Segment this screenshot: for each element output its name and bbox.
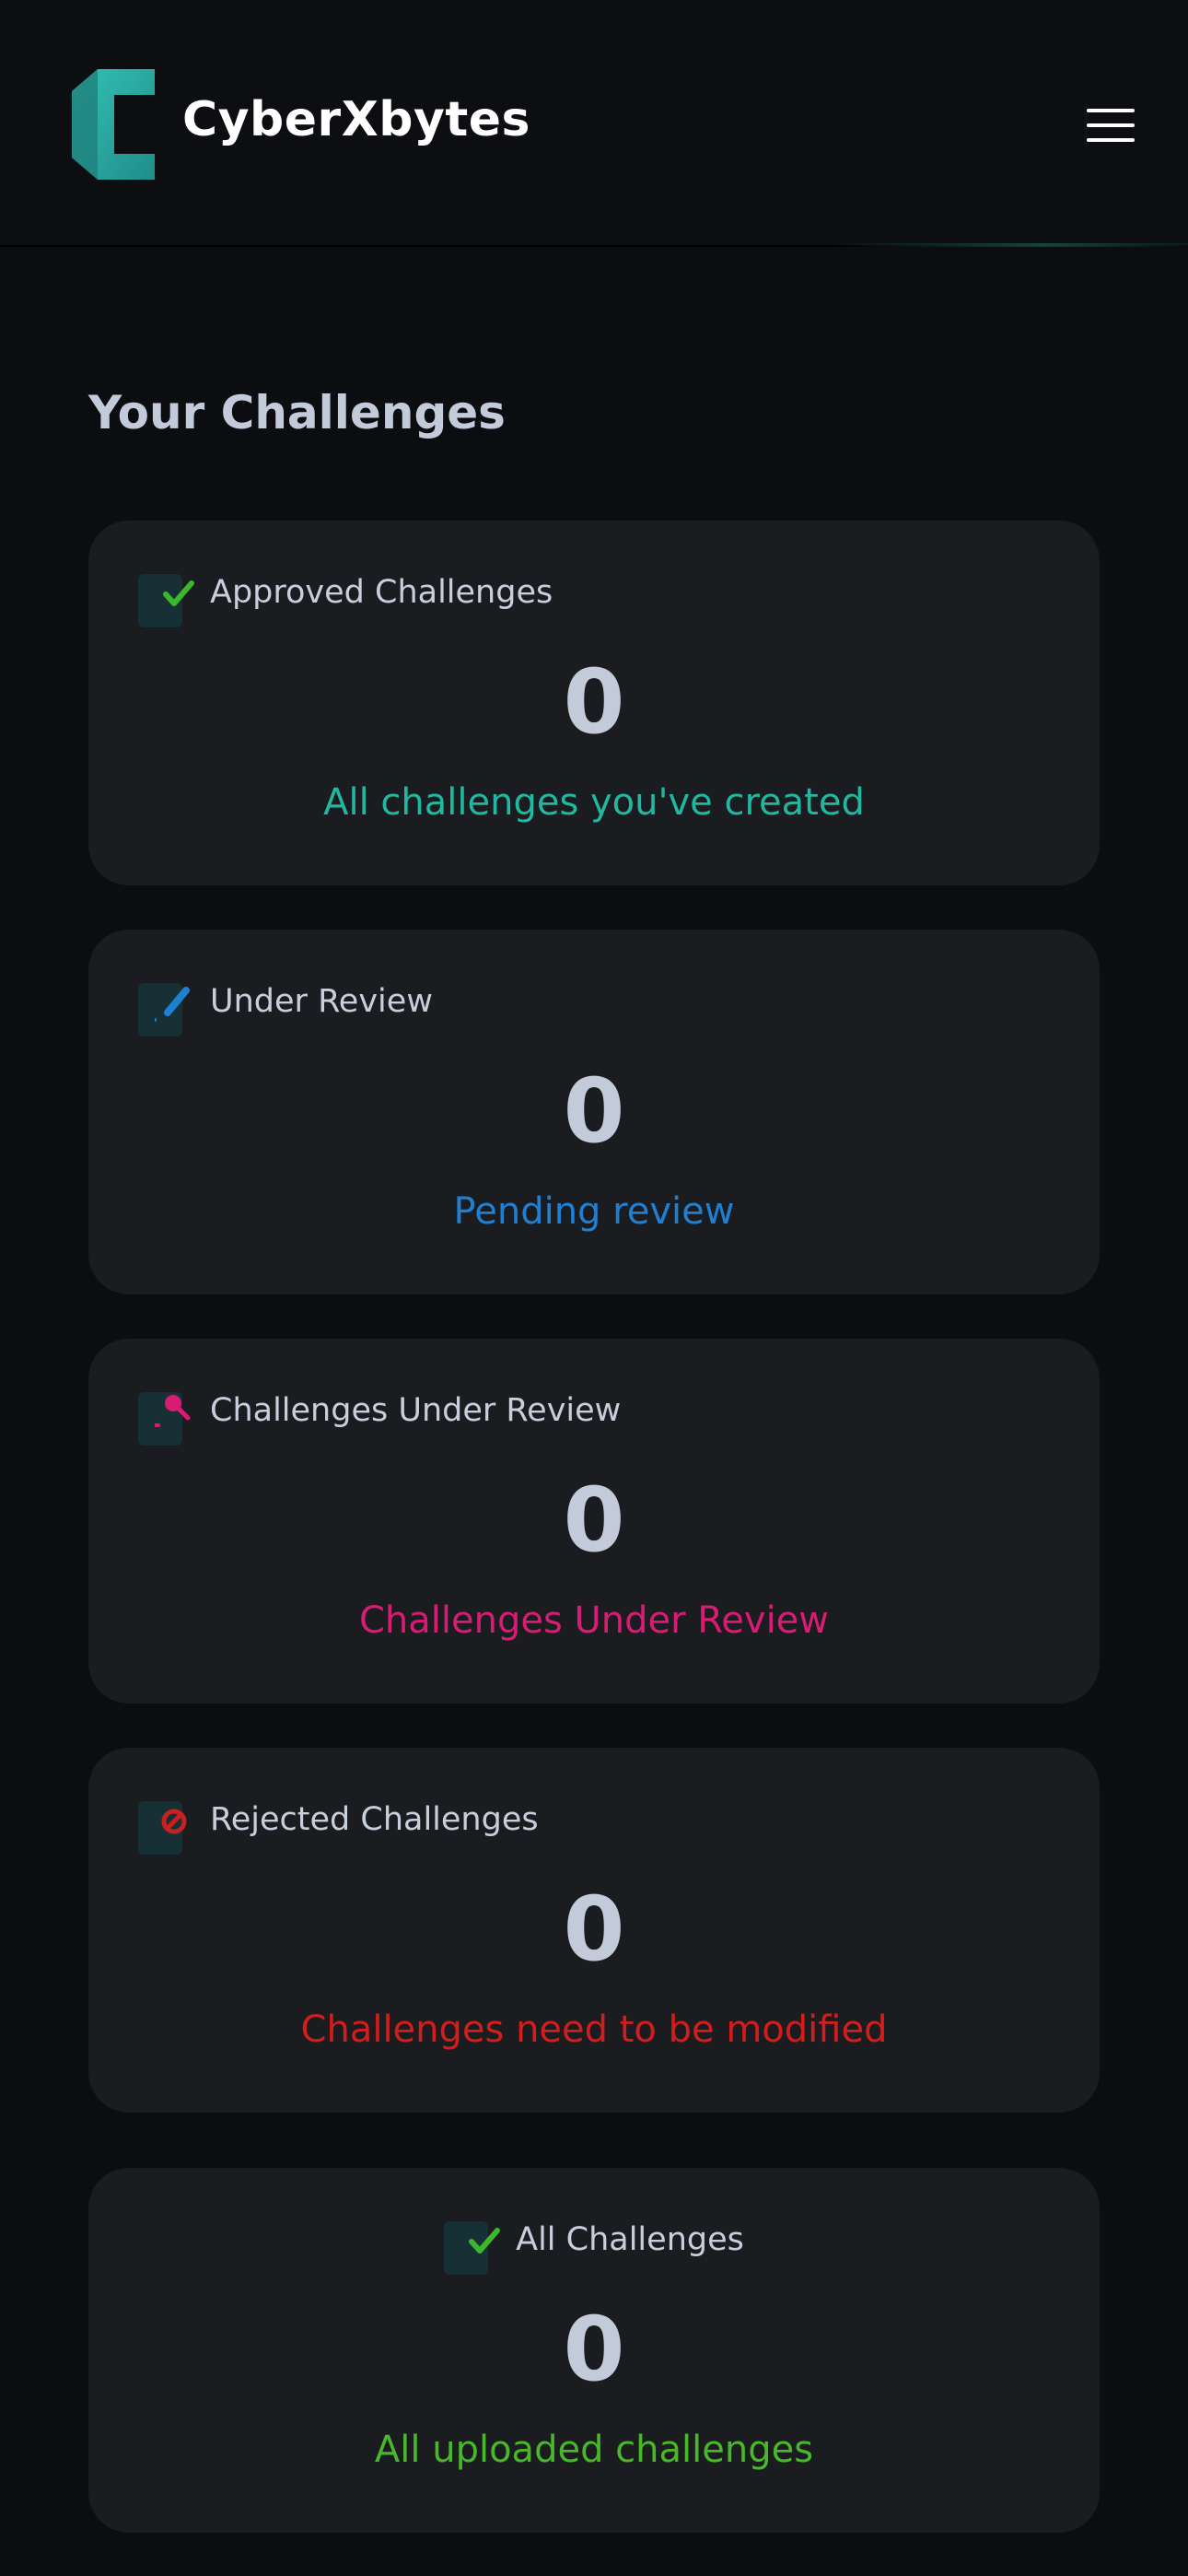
card-label: Approved Challenges [210,574,553,611]
card-label: Challenges Under Review [210,1392,622,1429]
card-header: Challenges Under Review [138,1388,621,1447]
card-subtitle: All challenges you've created [323,781,865,824]
hamburger-line [1087,109,1135,112]
cyberxbytes-logo-icon[interactable] [72,69,155,180]
card-subtitle: All uploaded challenges [374,2429,814,2471]
card-header: All Challenges [88,2218,1100,2277]
approved-challenges-card[interactable]: Approved Challenges 0 All challenges you… [88,521,1100,885]
rejected-ban-icon [138,1797,201,1855]
card-header: Approved Challenges [138,570,553,629]
card-label: Rejected Challenges [210,1801,539,1838]
card-subtitle: Challenges need to be modified [300,2008,888,2051]
page-title: Your Challenges [88,386,506,439]
card-value: 0 [563,1878,625,1981]
card-value: 0 [563,1060,625,1163]
under-review-card[interactable]: Under Review 0 Pending review [88,930,1100,1294]
brand-name[interactable]: CyberXbytes [182,90,530,149]
magnifier-icon [138,1388,201,1446]
card-label: All Challenges [516,2221,744,2258]
challenges-under-review-card[interactable]: Challenges Under Review 0 Challenges Und… [88,1339,1100,1704]
card-header: Rejected Challenges [138,1797,539,1856]
header-divider-glow [829,243,1188,247]
card-value: 0 [563,1469,625,1572]
app-header: CyberXbytes [0,0,1188,247]
edit-pen-icon [138,979,201,1036]
hamburger-line [1087,123,1135,127]
card-header: Under Review [138,979,433,1038]
all-check-icon [444,2218,507,2275]
card-subtitle: Pending review [453,1190,735,1233]
approved-check-icon [138,570,201,627]
rejected-challenges-card[interactable]: Rejected Challenges 0 Challenges need to… [88,1748,1100,2113]
all-challenges-card[interactable]: All Challenges 0 All uploaded challenges [88,2168,1100,2533]
hamburger-line [1087,138,1135,142]
card-subtitle: Challenges Under Review [358,1599,830,1642]
card-value: 0 [563,650,625,754]
card-value: 0 [563,2298,625,2401]
card-label: Under Review [210,983,433,1020]
hamburger-menu-button[interactable] [1077,103,1144,147]
